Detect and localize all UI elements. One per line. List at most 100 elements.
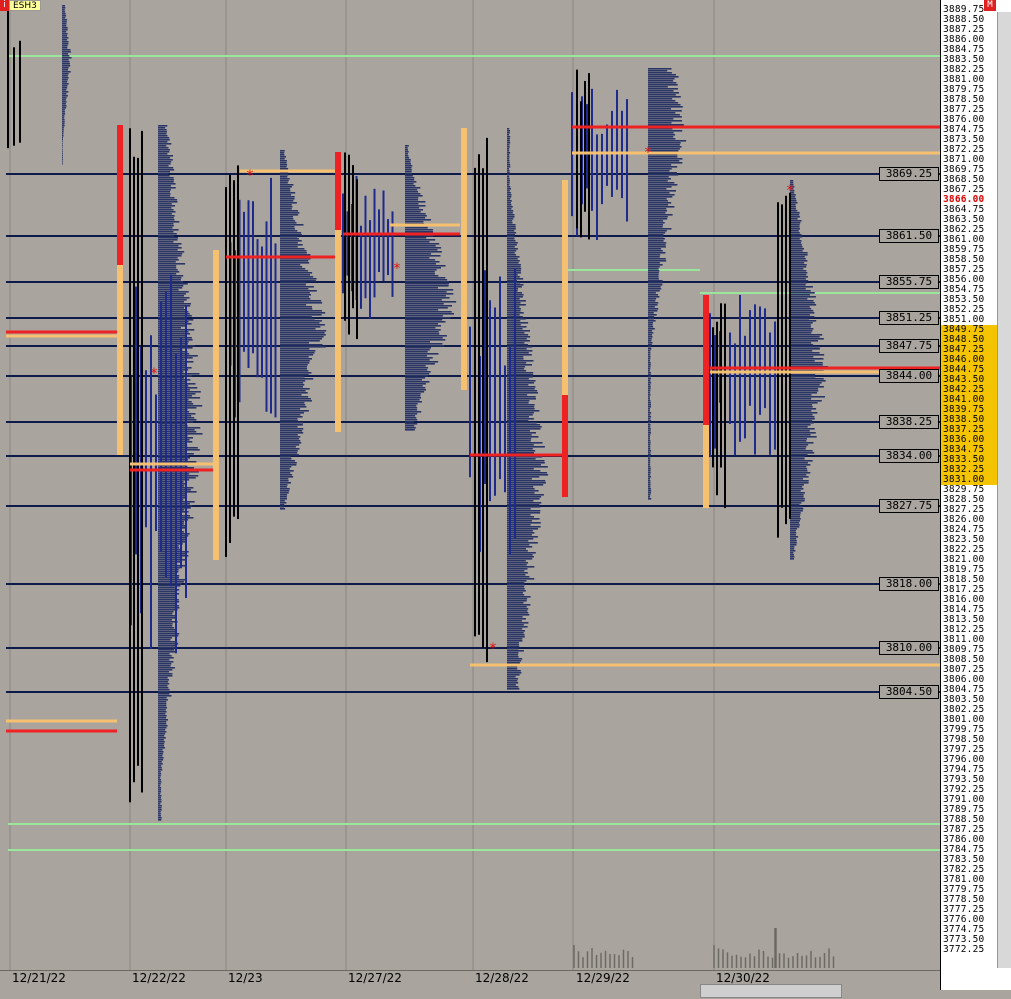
volume-profile-bar (507, 148, 510, 150)
volume-profile-bar (648, 76, 679, 78)
volume-profile-bar (158, 279, 181, 281)
volume-profile-bar (158, 649, 175, 651)
volume-profile-bar (507, 626, 528, 628)
volume-profile-bar (507, 236, 515, 238)
volume-profile-bar (648, 260, 667, 262)
volume-profile-bar (790, 426, 808, 428)
volume-profile-bar (790, 484, 804, 486)
info-icon[interactable]: i (0, 0, 9, 11)
volume-profile-bar (405, 157, 410, 159)
volume-profile-bar (405, 339, 446, 341)
volume-profile-bar (790, 232, 800, 234)
date-label: 12/29/22 (576, 971, 630, 985)
asterisk-icon: * (644, 145, 652, 161)
volume-profile-bar (507, 204, 512, 206)
volume-profile-bar (507, 238, 515, 240)
volume-profile-bar (280, 388, 310, 390)
volume-profile-bar (790, 464, 811, 466)
volume-profile-bar (648, 382, 652, 384)
volume-profile-bar (405, 359, 430, 361)
volume-profile-bar (507, 598, 528, 600)
volume-profile-bar (507, 494, 544, 496)
volume-profile-bar (158, 273, 177, 275)
volume-profile-bar (507, 558, 533, 560)
volume-profile-bar (648, 422, 650, 424)
market-profile-chart[interactable]: * * * * * * 3869.25 3861.50 3855.75 3851.25 3847.… (0, 0, 941, 970)
volume-profile-bar (507, 684, 516, 686)
chart-canvas[interactable]: * * * * * * (0, 0, 940, 970)
volume-profile-bar (280, 454, 299, 456)
volume-profile-bar (648, 402, 651, 404)
volume-profile-bar (648, 282, 663, 284)
volume-profile-bar (648, 92, 679, 94)
volume-profile-bar (158, 809, 162, 811)
volume-profile-bar (648, 82, 677, 84)
volume-profile-bar (507, 198, 511, 200)
volume-profile-bar (507, 638, 523, 640)
volume-profile-bar (648, 438, 650, 440)
volume-profile-bar (405, 215, 427, 217)
volume-profile-bar (648, 310, 658, 312)
volume-profile-bar (507, 636, 525, 638)
volume-profile-bar (62, 33, 68, 35)
volume-profile-bar (405, 197, 419, 199)
volume-profile-bar (158, 223, 174, 225)
volume-profile-bar (62, 21, 67, 23)
volume-profile-bar (507, 188, 511, 190)
volume-profile-bar (405, 271, 435, 273)
volume-profile-bar (507, 214, 515, 216)
volume-profile-bar (405, 265, 446, 267)
volume-profile-bar (507, 536, 538, 538)
volume-profile-bar (507, 344, 528, 346)
volume-profile-bar (280, 416, 303, 418)
volume-profile-bar (405, 371, 431, 373)
level-label: 3810.00 (879, 641, 939, 655)
volume-profile-bar (648, 486, 651, 488)
mode-badge[interactable]: M (984, 0, 996, 11)
volume-profile-bar (280, 446, 296, 448)
volume-profile-bar (507, 528, 538, 530)
volume-profile-bar (648, 222, 665, 224)
volume-profile-bar (280, 214, 299, 216)
volume-profile-bar (790, 270, 807, 272)
volume-profile-bar (280, 196, 295, 198)
volume-profile-bar (158, 239, 178, 241)
volume-profile-bar (507, 152, 511, 154)
volume-profile-bar (790, 212, 800, 214)
volume-profile-bar (158, 595, 177, 597)
volume-profile-bar (158, 175, 170, 177)
price-axis-scrollbar[interactable] (997, 12, 1011, 968)
volume-profile-bar (790, 266, 807, 268)
volume-profile-bar (158, 811, 161, 813)
volume-profile-bar (280, 284, 306, 286)
volume-profile-bar (280, 438, 300, 440)
volume-profile-bar (405, 379, 422, 381)
volume-profile-bar (158, 269, 178, 271)
volume-profile-bar (158, 447, 198, 449)
volume-profile-bar (507, 668, 518, 670)
volume-profile-bar (648, 86, 668, 88)
volume-profile-bar (405, 149, 408, 151)
volume-profile-bar (405, 213, 426, 215)
volume-profile-bar (405, 227, 428, 229)
symbol-name[interactable]: ESH3 (9, 0, 41, 11)
horizontal-scrollbar[interactable] (700, 984, 842, 998)
volume-profile-bar (405, 401, 422, 403)
volume-profile-bar (280, 212, 300, 214)
volume-profile-bar (507, 590, 526, 592)
volume-profile-bar (62, 65, 71, 67)
volume-profile-bar (648, 162, 683, 164)
volume-profile-bar (648, 210, 667, 212)
volume-profile-bar (507, 670, 521, 672)
volume-profile-bar (62, 69, 68, 71)
volume-profile-bar (405, 191, 418, 193)
volume-profile-bar (280, 228, 295, 230)
volume-profile-bar (280, 234, 302, 236)
volume-profile-bar (158, 631, 177, 633)
volume-profile-bar (158, 683, 170, 685)
volume-profile-bar (507, 200, 512, 202)
volume-profile-bar (790, 260, 808, 262)
volume-profile-bar (507, 606, 527, 608)
volume-profile-bar (648, 306, 655, 308)
symbol-tag[interactable]: i ESH3 (0, 0, 41, 11)
